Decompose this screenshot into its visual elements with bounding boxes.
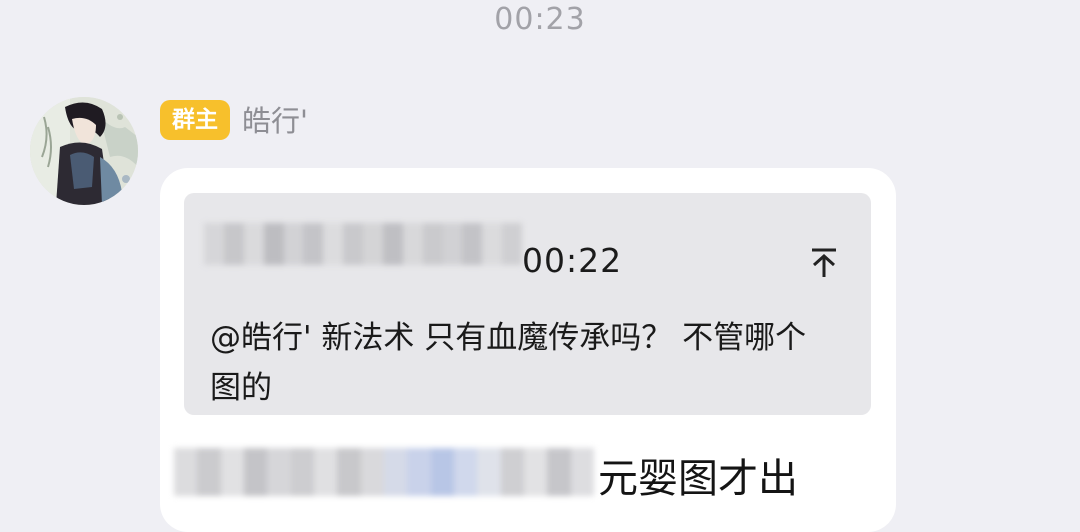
message-timestamp: 00:23 xyxy=(494,2,586,37)
arrow-up-to-top-icon[interactable] xyxy=(804,243,844,283)
blurred-reply-mention xyxy=(174,448,594,496)
quoted-message-time: 00:22 xyxy=(522,241,623,280)
sender-avatar[interactable] xyxy=(30,97,138,205)
message-bubble[interactable]: 00:22 @皓行' 新法术 只有血魔传承吗？ 不管哪个图的 元婴图才出 xyxy=(160,168,896,532)
group-owner-badge: 群主 xyxy=(160,100,230,140)
quoted-message-text: @皓行' 新法术 只有血魔传承吗？ 不管哪个图的 xyxy=(210,320,807,406)
anime-character-avatar-icon xyxy=(30,97,138,205)
sender-name[interactable]: 皓行' xyxy=(242,100,308,142)
blurred-quoted-sender xyxy=(204,223,522,265)
reply-message-text: 元婴图才出 xyxy=(598,456,798,502)
quoted-message[interactable]: 00:22 @皓行' 新法术 只有血魔传承吗？ 不管哪个图的 xyxy=(184,193,871,415)
